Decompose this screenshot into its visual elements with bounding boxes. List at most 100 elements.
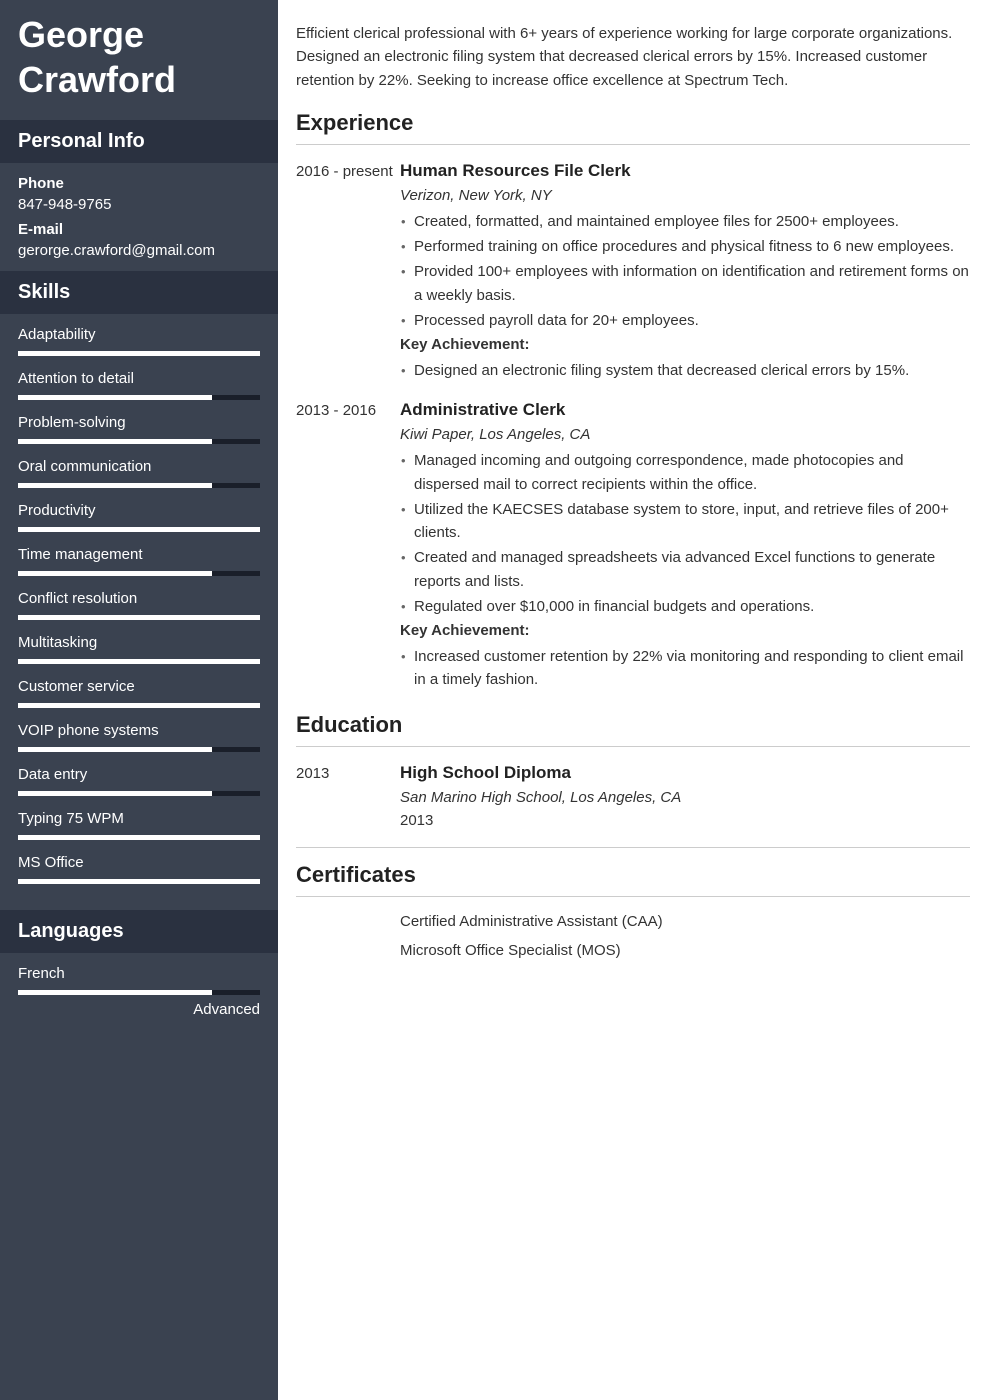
skill-name: Data entry [18,766,260,783]
language-bar-fill [18,990,212,995]
skill-bar-fill [18,791,212,796]
bullet-item: Performed training on office procedures … [400,235,970,258]
skill-bar [18,659,260,664]
skill-item: Time management [18,546,260,576]
education-subtitle: San Marino High School, Los Angeles, CA [400,789,970,806]
summary-text: Efficient clerical professional with 6+ … [296,22,970,92]
skill-name: Oral communication [18,458,260,475]
certificate-item: Certified Administrative Assistant (CAA) [400,913,970,930]
skill-item: Adaptability [18,326,260,356]
skill-item: Conflict resolution [18,590,260,620]
phone-label: Phone [18,175,260,192]
sidebar: George Crawford Personal Info Phone 847-… [0,0,278,1400]
skill-item: MS Office [18,854,260,884]
skill-name: Conflict resolution [18,590,260,607]
skill-name: Attention to detail [18,370,260,387]
skill-bar-fill [18,483,212,488]
experience-heading: Experience [296,110,970,145]
skill-bar [18,351,260,356]
skill-bar [18,395,260,400]
skill-name: Multitasking [18,634,260,651]
bullet-item: Processed payroll data for 20+ employees… [400,309,970,332]
skill-bar [18,835,260,840]
skills-heading: Skills [0,271,278,314]
skill-item: Multitasking [18,634,260,664]
skill-item: Typing 75 WPM [18,810,260,840]
key-bullet-item: Increased customer retention by 22% via … [400,645,970,692]
bullet-item: Regulated over $10,000 in financial budg… [400,595,970,618]
skill-bar-fill [18,835,260,840]
skill-bar [18,703,260,708]
entry-body: High School Diploma San Marino High Schoo… [400,763,970,829]
main-content: Efficient clerical professional with 6+ … [278,0,990,1400]
bullet-item: Managed incoming and outgoing correspond… [400,449,970,496]
education-title: High School Diploma [400,763,970,783]
resume-page: George Crawford Personal Info Phone 847-… [0,0,990,1400]
job-title: Administrative Clerk [400,400,970,420]
skill-bar-fill [18,351,260,356]
skill-item: Oral communication [18,458,260,488]
skill-bar [18,747,260,752]
skill-name: Productivity [18,502,260,519]
experience-container: 2016 - presentHuman Resources File Clerk… [296,161,970,694]
language-item: French Advanced [18,965,260,1018]
skill-bar-fill [18,395,212,400]
skill-name: MS Office [18,854,260,871]
bullet-item: Utilized the KAECSES database system to … [400,498,970,545]
personal-info-heading: Personal Info [0,120,278,163]
key-achievement-label: Key Achievement: [400,336,970,353]
full-name: George Crawford [18,12,260,102]
certificates-list: Certified Administrative Assistant (CAA)… [400,913,970,959]
languages-block: French Advanced [0,953,278,1044]
skill-item: Data entry [18,766,260,796]
job-subtitle: Verizon, New York, NY [400,187,970,204]
key-bullet-item: Designed an electronic filing system tha… [400,359,970,382]
skill-name: Adaptability [18,326,260,343]
job-subtitle: Kiwi Paper, Los Angeles, CA [400,426,970,443]
skill-bar [18,615,260,620]
phone-value: 847-948-9765 [18,196,260,213]
language-name: French [18,965,260,982]
skill-item: Productivity [18,502,260,532]
bullet-list: Created, formatted, and maintained emplo… [400,210,970,332]
section-divider [296,847,970,848]
key-bullet-list: Designed an electronic filing system tha… [400,359,970,382]
education-container: 2013 High School Diploma San Marino High S… [296,763,970,829]
skill-bar [18,791,260,796]
entry-body: Administrative Clerk Kiwi Paper, Los Ange… [400,400,970,693]
skill-bar [18,439,260,444]
bullet-item: Created, formatted, and maintained emplo… [400,210,970,233]
entry-body: Human Resources File Clerk Verizon, New Y… [400,161,970,385]
bullet-item: Provided 100+ employees with information… [400,260,970,307]
skill-bar [18,571,260,576]
job-title: Human Resources File Clerk [400,161,970,181]
skill-bar-fill [18,615,260,620]
languages-heading: Languages [0,910,278,953]
experience-entry: 2016 - presentHuman Resources File Clerk… [296,161,970,385]
email-label: E-mail [18,221,260,238]
skill-name: VOIP phone systems [18,722,260,739]
education-year: 2013 [400,812,970,829]
entry-date: 2013 - 2016 [296,400,400,693]
skill-bar-fill [18,703,260,708]
email-value: gerorge.crawford@gmail.com [18,242,260,259]
skill-item: Problem-solving [18,414,260,444]
skill-item: VOIP phone systems [18,722,260,752]
skill-bar-fill [18,439,212,444]
key-bullet-list: Increased customer retention by 22% via … [400,645,970,692]
personal-info-block: Phone 847-948-9765 E-mail gerorge.crawfo… [0,163,278,271]
education-entry: 2013 High School Diploma San Marino High S… [296,763,970,829]
skill-bar-fill [18,747,212,752]
language-level: Advanced [18,1001,260,1018]
certificates-heading: Certificates [296,862,970,897]
skill-name: Customer service [18,678,260,695]
skill-item: Customer service [18,678,260,708]
skill-bar-fill [18,659,260,664]
skill-name: Time management [18,546,260,563]
bullet-item: Created and managed spreadsheets via adv… [400,546,970,593]
language-bar [18,990,260,995]
certificate-item: Microsoft Office Specialist (MOS) [400,942,970,959]
skill-name: Typing 75 WPM [18,810,260,827]
key-achievement-label: Key Achievement: [400,622,970,639]
skill-bar [18,879,260,884]
